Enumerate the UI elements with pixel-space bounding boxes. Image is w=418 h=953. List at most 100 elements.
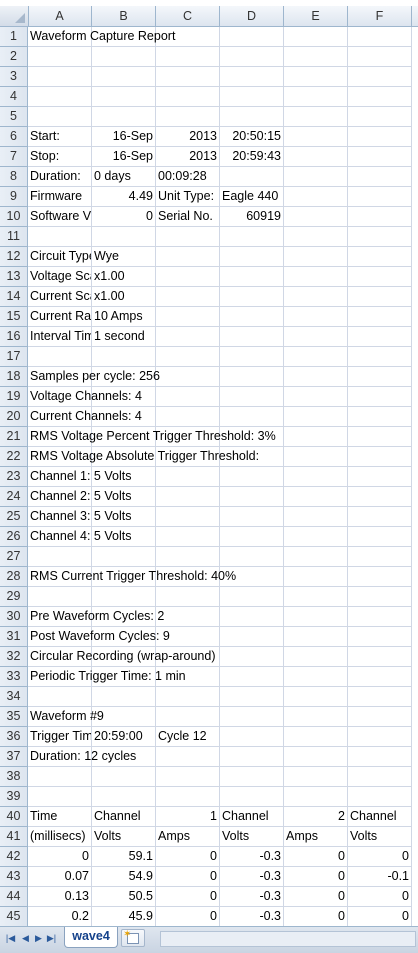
row-header[interactable]: 2 — [0, 47, 28, 67]
insert-sheet-button[interactable]: ✶ — [121, 929, 145, 947]
sheet-tab-wave4[interactable]: wave4 — [64, 927, 118, 948]
row-header[interactable]: 26 — [0, 527, 28, 547]
cell-e[interactable] — [284, 427, 348, 447]
cell-c[interactable]: Serial No. — [156, 207, 220, 227]
cell-a[interactable]: Pre Waveform Cycles: 2 — [28, 607, 164, 627]
cell-e[interactable] — [284, 587, 348, 607]
cell-d[interactable] — [220, 627, 284, 647]
cell-f[interactable] — [348, 67, 412, 87]
cell-e[interactable] — [284, 307, 348, 327]
cell-f[interactable] — [348, 627, 412, 647]
cell-e[interactable]: 0 — [284, 907, 348, 926]
cell-a[interactable]: Channel 1: 5 Volts — [28, 467, 131, 487]
cell-d[interactable] — [220, 407, 284, 427]
cell-a[interactable]: Interval Time: — [28, 327, 92, 347]
cell-d[interactable] — [220, 727, 284, 747]
cell-a[interactable]: Start: — [28, 127, 92, 147]
cell-f[interactable] — [348, 747, 412, 767]
cell-c[interactable]: 0 — [156, 847, 220, 867]
cell-c[interactable] — [156, 687, 220, 707]
cell-f[interactable] — [348, 427, 412, 447]
cell-a[interactable]: Software Version: — [28, 207, 92, 227]
cell-f[interactable] — [348, 707, 412, 727]
row-header[interactable]: 40 — [0, 807, 28, 827]
cell-c[interactable] — [156, 87, 220, 107]
cell-d[interactable]: -0.3 — [220, 907, 284, 926]
cell-b[interactable] — [92, 47, 156, 67]
row-header[interactable]: 3 — [0, 67, 28, 87]
cell-f[interactable] — [348, 487, 412, 507]
cell-a[interactable]: Periodic Trigger Time: 1 min — [28, 667, 186, 687]
cell-f[interactable] — [348, 247, 412, 267]
cell-e[interactable] — [284, 147, 348, 167]
cell-b[interactable]: Volts — [92, 827, 156, 847]
cell-f[interactable] — [348, 467, 412, 487]
cell-d[interactable] — [220, 307, 284, 327]
cell-f[interactable] — [348, 347, 412, 367]
row-header[interactable]: 9 — [0, 187, 28, 207]
cell-d[interactable]: 20:59:43 — [220, 147, 284, 167]
cell-f[interactable] — [348, 147, 412, 167]
cell-d[interactable]: -0.3 — [220, 887, 284, 907]
column-header-e[interactable]: E — [284, 6, 348, 26]
row-header[interactable]: 43 — [0, 867, 28, 887]
cell-a[interactable]: Samples per cycle: 256 — [28, 367, 160, 387]
cell-a[interactable]: Duration: 12 cycles — [28, 747, 136, 767]
cell-c[interactable]: 0 — [156, 887, 220, 907]
cell-b[interactable] — [92, 787, 156, 807]
cell-d[interactable] — [220, 487, 284, 507]
cell-b[interactable]: 50.5 — [92, 887, 156, 907]
cell-f[interactable] — [348, 27, 412, 47]
cell-b[interactable]: x1.00 — [92, 267, 156, 287]
cell-f[interactable] — [348, 647, 412, 667]
cell-d[interactable] — [220, 387, 284, 407]
cell-b[interactable] — [92, 67, 156, 87]
cell-d[interactable] — [220, 87, 284, 107]
cell-f[interactable] — [348, 87, 412, 107]
cell-e[interactable] — [284, 227, 348, 247]
cell-c[interactable] — [156, 347, 220, 367]
cell-a[interactable]: Duration: — [28, 167, 92, 187]
cell-f[interactable] — [348, 407, 412, 427]
cell-b[interactable] — [92, 227, 156, 247]
cell-e[interactable] — [284, 67, 348, 87]
cell-d[interactable] — [220, 767, 284, 787]
cell-b[interactable] — [92, 587, 156, 607]
cell-d[interactable] — [220, 607, 284, 627]
cell-f[interactable] — [348, 727, 412, 747]
cell-e[interactable] — [284, 547, 348, 567]
row-header[interactable]: 15 — [0, 307, 28, 327]
cell-e[interactable] — [284, 287, 348, 307]
row-header[interactable]: 42 — [0, 847, 28, 867]
cell-e[interactable]: 0 — [284, 847, 348, 867]
cell-a[interactable] — [28, 67, 92, 87]
cell-d[interactable]: -0.3 — [220, 847, 284, 867]
cell-c[interactable]: 00:09:28 — [156, 167, 220, 187]
cell-e[interactable] — [284, 487, 348, 507]
cell-a[interactable] — [28, 687, 92, 707]
row-header[interactable]: 38 — [0, 767, 28, 787]
cell-f[interactable] — [348, 527, 412, 547]
cell-e[interactable] — [284, 127, 348, 147]
first-sheet-icon[interactable]: |◀ — [5, 931, 16, 945]
cell-a[interactable] — [28, 227, 92, 247]
cell-f[interactable] — [348, 767, 412, 787]
cell-e[interactable] — [284, 87, 348, 107]
cell-f[interactable]: 0 — [348, 887, 412, 907]
cell-b[interactable]: 54.9 — [92, 867, 156, 887]
cell-d[interactable] — [220, 67, 284, 87]
cell-b[interactable]: x1.00 — [92, 287, 156, 307]
cell-e[interactable] — [284, 167, 348, 187]
cell-d[interactable] — [220, 587, 284, 607]
cell-c[interactable] — [156, 107, 220, 127]
cell-c[interactable] — [156, 267, 220, 287]
row-header[interactable]: 10 — [0, 207, 28, 227]
cell-c[interactable]: 0 — [156, 867, 220, 887]
row-header[interactable]: 11 — [0, 227, 28, 247]
row-header[interactable]: 35 — [0, 707, 28, 727]
row-header[interactable]: 7 — [0, 147, 28, 167]
cell-f[interactable] — [348, 167, 412, 187]
cell-d[interactable] — [220, 687, 284, 707]
row-header[interactable]: 6 — [0, 127, 28, 147]
cell-e[interactable]: Amps — [284, 827, 348, 847]
